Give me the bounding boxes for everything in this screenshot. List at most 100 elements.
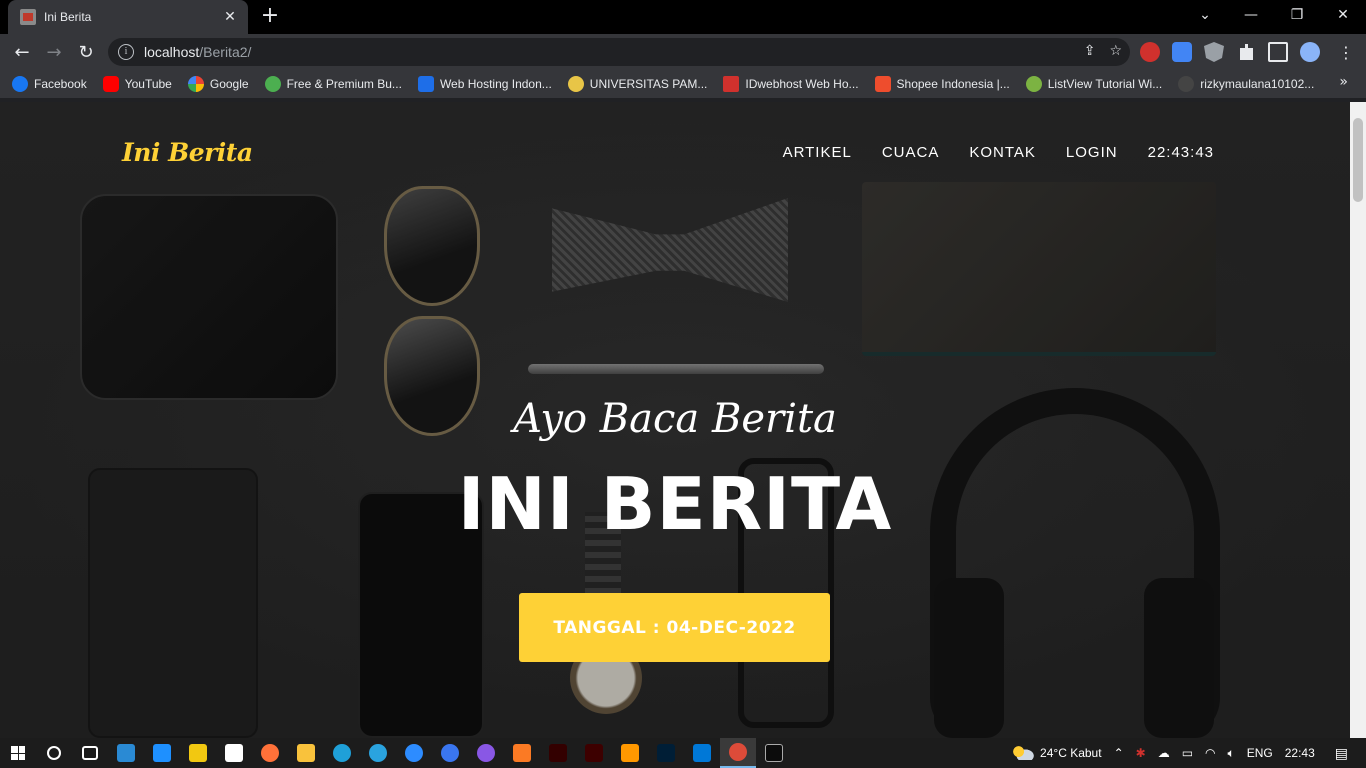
taskbar-clock[interactable]: 22:43 <box>1285 746 1315 760</box>
file-explorer-icon <box>297 744 315 762</box>
nav-artikel[interactable]: ARTIKEL <box>783 144 852 161</box>
taskbar-terminal[interactable] <box>756 738 792 768</box>
nav-cuaca[interactable]: CUACA <box>882 144 940 161</box>
notification-icon[interactable]: ▤ <box>1335 745 1348 762</box>
taskbar-firefox[interactable] <box>252 738 288 768</box>
firefox-icon <box>261 744 279 762</box>
taskbar-zoom[interactable] <box>396 738 432 768</box>
taskbar-file-explorer[interactable] <box>288 738 324 768</box>
url-path: /Berita2/ <box>199 44 252 60</box>
date-button[interactable]: TANGGAL : 04-DEC-2022 <box>519 593 830 662</box>
store-icon <box>153 744 171 762</box>
tray-overflow-icon[interactable]: ⌃ <box>1114 746 1124 760</box>
close-tab-icon[interactable]: ✕ <box>222 9 238 25</box>
taskbar-edge[interactable] <box>324 738 360 768</box>
bookmark-facebook[interactable]: Facebook <box>12 76 87 92</box>
taskbar-chrome[interactable] <box>720 738 756 768</box>
taskbar-xampp[interactable] <box>504 738 540 768</box>
translate-extension-icon[interactable] <box>1172 42 1192 62</box>
bookmark-listview[interactable]: ListView Tutorial Wi... <box>1025 76 1162 92</box>
bookmark-idwebhost[interactable]: IDwebhost Web Ho... <box>723 76 859 92</box>
restore-button[interactable]: ❐ <box>1274 0 1320 30</box>
taskbar-telegram[interactable] <box>360 738 396 768</box>
site-info-icon[interactable]: i <box>118 44 134 60</box>
photos-icon <box>189 744 207 762</box>
hosting-icon <box>417 76 434 92</box>
system-tray: 24°C Kabut ⌃ ✱ ☁ ▭ ◠ 🔈︎ ENG 22:43 ▤ <box>1012 738 1366 768</box>
taskbar-photoshop[interactable] <box>648 738 684 768</box>
site-favicon-icon <box>20 9 36 25</box>
signal-icon <box>441 744 459 762</box>
taskbar-photos[interactable] <box>180 738 216 768</box>
taskbar-signal[interactable] <box>432 738 468 768</box>
security-icon <box>225 744 243 762</box>
puzzle-icon[interactable] <box>1240 44 1253 60</box>
volume-icon[interactable]: 🔈︎ <box>1228 746 1235 761</box>
google-icon <box>187 76 204 92</box>
search-icon <box>47 746 61 760</box>
edge-icon <box>333 744 351 762</box>
onedrive-icon[interactable]: ☁ <box>1158 746 1170 760</box>
tab-title: Ini Berita <box>44 10 92 24</box>
taskbar-store[interactable] <box>144 738 180 768</box>
tab-strip: Ini Berita ✕ + ⌄ — ❐ ✕ <box>0 0 1366 34</box>
bookmark-github[interactable]: rizkymaulana10102... <box>1178 76 1314 92</box>
hero-subtitle: Ayo Baca Berita <box>513 396 837 442</box>
taskbar-github-desktop[interactable] <box>468 738 504 768</box>
new-tab-button[interactable]: + <box>258 5 282 29</box>
taskbar-mail[interactable] <box>108 738 144 768</box>
taskbar-vscode[interactable] <box>684 738 720 768</box>
browser-tab[interactable]: Ini Berita ✕ <box>8 0 248 34</box>
task-view-icon <box>82 746 98 760</box>
forward-icon[interactable]: → <box>38 36 70 68</box>
nav-kontak[interactable]: KONTAK <box>969 144 1036 161</box>
taskbar-search[interactable] <box>36 738 72 768</box>
nav-login[interactable]: LOGIN <box>1066 144 1118 161</box>
taskbar-illustrator[interactable] <box>540 738 576 768</box>
more-bookmarks-icon[interactable]: » <box>1339 74 1348 90</box>
page-scrollbar[interactable] <box>1350 102 1366 738</box>
taskbar-sublime-text[interactable] <box>612 738 648 768</box>
bookmark-web-hosting[interactable]: Web Hosting Indon... <box>417 76 552 92</box>
taskbar-security[interactable] <box>216 738 252 768</box>
extensions-area: ⋮ <box>1140 42 1354 62</box>
mail-icon <box>117 744 135 762</box>
photoshop-icon <box>657 744 675 762</box>
site-brand[interactable]: Ini Berita <box>122 138 253 167</box>
youtube-icon <box>102 76 119 92</box>
start-button[interactable] <box>0 738 36 768</box>
address-bar[interactable]: i localhost/Berita2/ ⇪ ☆ <box>108 38 1130 66</box>
back-icon[interactable]: ← <box>6 36 38 68</box>
wifi-icon[interactable]: ◠ <box>1205 746 1215 760</box>
adblock-extension-icon[interactable] <box>1140 42 1160 62</box>
weather-text[interactable]: 24°C Kabut <box>1040 746 1102 760</box>
weather-icon[interactable] <box>1012 746 1035 760</box>
taskbar-flash[interactable] <box>576 738 612 768</box>
scrollbar-thumb[interactable] <box>1353 118 1363 202</box>
close-window-button[interactable]: ✕ <box>1320 0 1366 30</box>
bookmark-free-premium[interactable]: Free & Premium Bu... <box>264 76 402 92</box>
shield-extension-icon[interactable] <box>1204 42 1224 62</box>
reload-icon[interactable]: ↻ <box>70 36 102 68</box>
side-panel-icon[interactable] <box>1268 42 1288 62</box>
taskbar-apps <box>36 738 792 768</box>
bookmark-star-icon[interactable]: ☆ <box>1109 43 1122 59</box>
menu-kebab-icon[interactable]: ⋮ <box>1338 43 1354 62</box>
bookmark-youtube[interactable]: YouTube <box>102 76 172 92</box>
tab-search-button[interactable]: ⌄ <box>1182 0 1228 30</box>
language-indicator[interactable]: ENG <box>1247 746 1273 760</box>
profile-avatar[interactable] <box>1300 42 1320 62</box>
taskbar-task-view[interactable] <box>72 738 108 768</box>
bookmark-universitas[interactable]: UNIVERSITAS PAM... <box>567 76 707 92</box>
share-icon[interactable]: ⇪ <box>1084 43 1096 59</box>
tray-app-icon[interactable]: ✱ <box>1136 746 1146 760</box>
bookmark-google[interactable]: Google <box>187 76 249 92</box>
bookmark-shopee[interactable]: Shopee Indonesia |... <box>874 76 1010 92</box>
listview-icon <box>1025 76 1042 92</box>
hero-title: INI BERITA <box>457 462 893 546</box>
vscode-icon <box>693 744 711 762</box>
flash-icon <box>585 744 603 762</box>
battery-icon[interactable]: ▭ <box>1182 746 1193 760</box>
minimize-button[interactable]: — <box>1228 0 1274 30</box>
site-nav: ARTIKEL CUACA KONTAK LOGIN 22:43:43 <box>783 144 1214 161</box>
